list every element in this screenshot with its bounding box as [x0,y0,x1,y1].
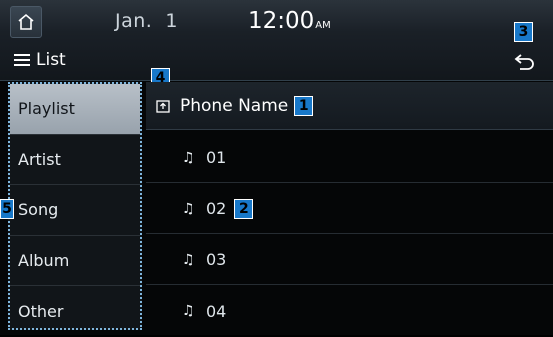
sidebar-item-label: Song [18,200,59,220]
folder-row[interactable]: Phone Name 1 [146,82,553,130]
callout-3: 3 [514,22,533,42]
list-item[interactable]: ♫ 02 2 [146,184,553,234]
media-list-screen: Jan. 1 12:00AM List 3 Playlist Artist So… [0,0,553,335]
song-title: 03 [206,250,227,269]
list-menu-button[interactable]: List [14,48,66,72]
list-item[interactable]: ♫ 04 [146,286,553,336]
folder-name: Phone Name [180,95,289,116]
menu-icon [14,54,30,66]
time-value: 12:00 [248,8,315,34]
list-item[interactable]: ♫ 03 [146,235,553,285]
song-list: Phone Name 1 ♫ 01 ♫ 02 2 ♫ 03 ♫ 04 [146,82,553,335]
clock: 12:00AM [248,8,331,34]
back-button[interactable] [512,48,538,74]
sidebar-item-label: Other [18,301,64,321]
callout-1: 1 [294,95,314,116]
sidebar-item-label: Album [18,250,70,270]
sidebar-item-playlist[interactable]: Playlist [10,84,140,135]
music-note-icon: ♫ [182,303,195,319]
back-arrow-icon [514,54,534,70]
music-note-icon: ♫ [182,149,195,166]
list-label: List [36,50,66,70]
folder-up-icon [156,99,170,113]
sidebar-item-album[interactable]: Album [10,236,140,286]
date-display: Jan. 1 [115,10,178,32]
song-title: 04 [206,301,227,321]
music-note-icon: ♫ [182,251,195,268]
sidebar-item-label: Artist [18,149,61,169]
list-item[interactable]: ♫ 01 [146,133,553,183]
song-title: 01 [206,148,227,167]
top-bar: Jan. 1 12:00AM List 3 [0,0,553,81]
song-title: 02 [206,199,227,218]
sidebar-item-artist[interactable]: Artist [10,135,140,185]
home-icon [18,13,34,30]
sidebar-item-label: Playlist [18,99,75,119]
sidebar-item-song[interactable]: Song [10,185,140,236]
music-note-icon: ♫ [182,200,195,217]
ampm-indicator: AM [315,20,331,31]
home-button[interactable] [10,6,42,38]
callout-2: 2 [234,198,254,219]
callout-5: 5 [0,199,14,219]
sidebar-item-other[interactable]: Other [10,286,140,337]
category-sidebar: Playlist Artist Song Album Other [8,82,142,330]
